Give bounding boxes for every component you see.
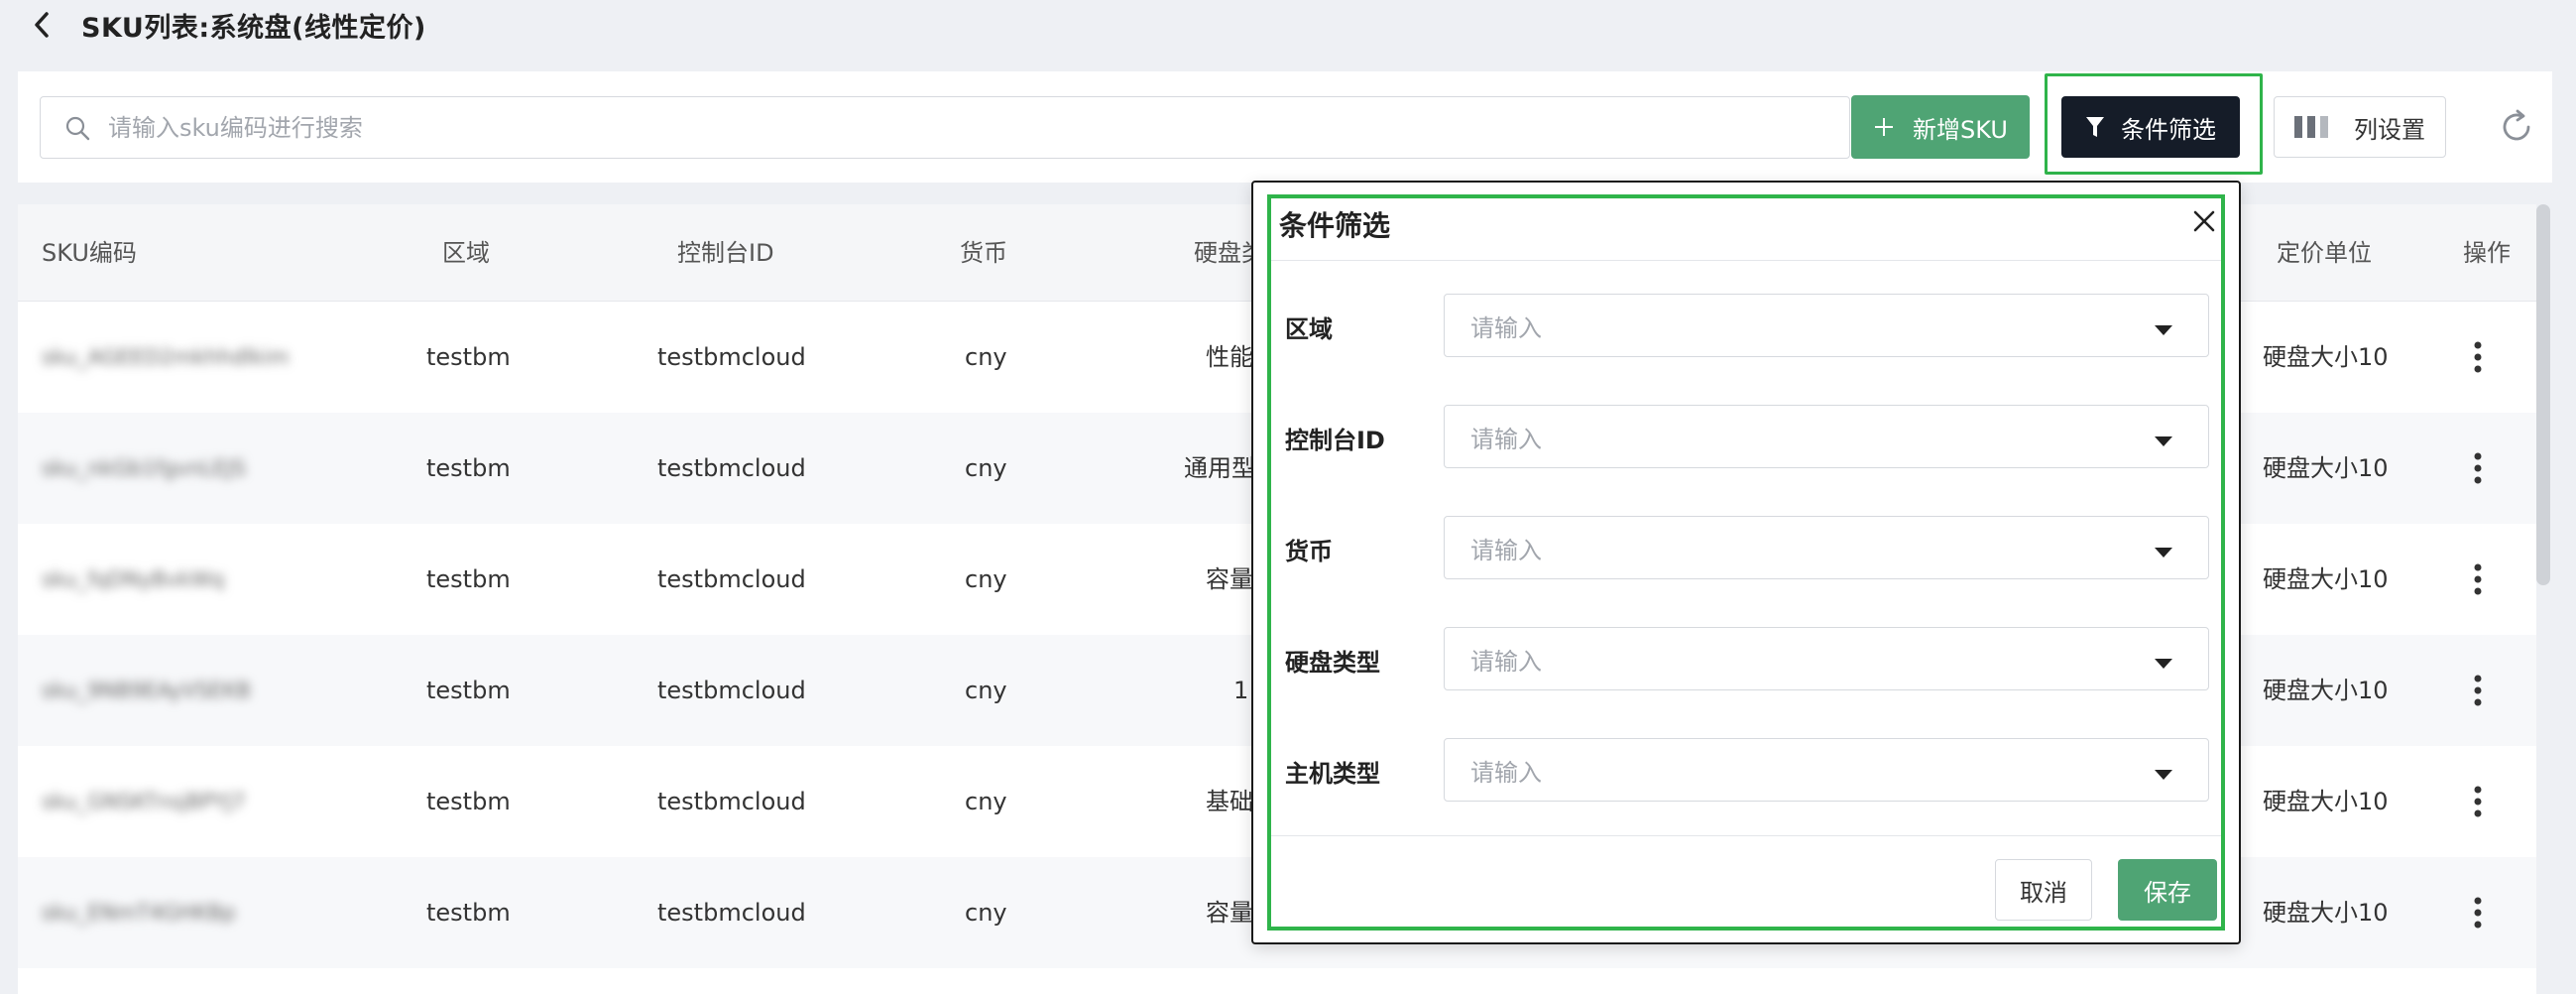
disk-type-cell: 容量 <box>1206 899 1253 927</box>
console-id-select-placeholder: 请输入 <box>1470 425 1542 453</box>
sku-code: sku_ENmT4GHKBp <box>42 901 236 925</box>
dialog-title: 条件筛选 <box>1279 209 1391 242</box>
console-cell: testbmcloud <box>657 899 806 927</box>
region-select[interactable]: 请输入 <box>1444 294 2209 357</box>
region-cell: testbm <box>426 677 511 704</box>
filter-dialog: 条件筛选 区域 请输入 控制台ID 请输入 货币 请输入 硬盘类型 请输入 主机… <box>1251 181 2241 944</box>
field-label-console: 控制台ID <box>1285 427 1385 454</box>
disk-type-cell: 容量 <box>1206 565 1253 593</box>
region-cell: testbm <box>426 454 511 482</box>
cancel-button[interactable]: 取消 <box>1995 859 2092 921</box>
console-id-select[interactable]: 请输入 <box>1444 405 2209 468</box>
columns-icon <box>2294 115 2328 139</box>
add-sku-label: 新增SKU <box>1913 115 2008 144</box>
region-cell: testbm <box>426 788 511 815</box>
pricing-unit-cell: 硬盘大小10 <box>2263 454 2389 482</box>
filter-button[interactable]: 条件筛选 <box>2061 96 2240 158</box>
sku-code: sku_AGEED2mkhhdlkim <box>42 345 290 369</box>
save-button[interactable]: 保存 <box>2118 859 2217 921</box>
pricing-unit-cell: 硬盘大小10 <box>2263 565 2389 593</box>
back-arrow-icon[interactable] <box>28 11 56 39</box>
host-type-select[interactable]: 请输入 <box>1444 738 2209 802</box>
page-header: SKU列表:系统盘(线性定价) <box>0 0 2576 50</box>
column-settings-button[interactable]: 列设置 <box>2274 96 2446 158</box>
disk-type-cell: 基础 <box>1206 788 1253 815</box>
caret-down-icon <box>2155 432 2172 450</box>
currency-cell: cny <box>965 788 1007 815</box>
currency-select-placeholder: 请输入 <box>1470 536 1542 564</box>
sku-code: sku_nkGb1fgvnLEJS <box>42 456 246 480</box>
search-input[interactable] <box>108 113 1794 142</box>
add-sku-button[interactable]: 新增SKU <box>1851 95 2030 159</box>
divider <box>1271 835 2223 836</box>
page-title: SKU列表:系统盘(线性定价) <box>81 12 426 44</box>
disk-type-cell: 1 <box>1233 677 1249 704</box>
field-label-currency: 货币 <box>1285 538 1333 565</box>
sku-code: sku_GNSKTnsjBPYJ7 <box>42 790 246 813</box>
pricing-unit-cell: 硬盘大小10 <box>2263 677 2389 704</box>
search-box[interactable] <box>40 96 1850 159</box>
field-label-region: 区域 <box>1285 315 1333 343</box>
disk-type-select[interactable]: 请输入 <box>1444 627 2209 690</box>
field-label-disk-type: 硬盘类型 <box>1285 649 1380 677</box>
caret-down-icon <box>2155 765 2172 784</box>
more-actions-icon[interactable] <box>2458 635 2498 746</box>
console-cell: testbmcloud <box>657 454 806 482</box>
column-header-ops: 操作 <box>2463 239 2511 267</box>
disk-type-cell: 通用型 <box>1184 454 1255 482</box>
more-actions-icon[interactable] <box>2458 746 2498 857</box>
column-settings-label: 列设置 <box>2354 115 2425 144</box>
table-scrollbar[interactable] <box>2536 204 2550 585</box>
console-cell: testbmcloud <box>657 677 806 704</box>
region-cell: testbm <box>426 899 511 927</box>
currency-cell: cny <box>965 343 1007 371</box>
column-header-sku: SKU编码 <box>42 239 137 267</box>
currency-cell: cny <box>965 899 1007 927</box>
currency-select[interactable]: 请输入 <box>1444 516 2209 579</box>
column-header-unit: 定价单位 <box>2277 239 2372 267</box>
column-header-currency: 货币 <box>960 239 1007 267</box>
more-actions-icon[interactable] <box>2458 413 2498 524</box>
caret-down-icon <box>2155 654 2172 673</box>
host-type-select-placeholder: 请输入 <box>1470 758 1542 787</box>
plus-icon <box>1873 111 1895 143</box>
caret-down-icon <box>2155 543 2172 561</box>
refresh-icon[interactable] <box>2497 107 2536 147</box>
toolbar: 新增SKU 条件筛选 列设置 <box>18 71 2552 183</box>
disk-type-cell: 性能 <box>1206 343 1253 371</box>
funnel-icon <box>2085 115 2105 139</box>
region-cell: testbm <box>426 343 511 371</box>
console-cell: testbmcloud <box>657 343 806 371</box>
pricing-unit-cell: 硬盘大小10 <box>2263 899 2389 927</box>
more-actions-icon[interactable] <box>2458 857 2498 968</box>
pricing-unit-cell: 硬盘大小10 <box>2263 788 2389 815</box>
divider <box>1271 260 2223 261</box>
column-header-region: 区域 <box>442 239 490 267</box>
region-select-placeholder: 请输入 <box>1470 313 1542 342</box>
disk-type-select-placeholder: 请输入 <box>1470 647 1542 676</box>
column-header-console: 控制台ID <box>677 239 774 267</box>
currency-cell: cny <box>965 454 1007 482</box>
console-cell: testbmcloud <box>657 565 806 593</box>
more-actions-icon[interactable] <box>2458 302 2498 413</box>
filter-button-label: 条件筛选 <box>2121 115 2216 144</box>
currency-cell: cny <box>965 565 1007 593</box>
console-cell: testbmcloud <box>657 788 806 815</box>
search-icon <box>64 115 90 141</box>
sku-code: sku_9NB9EAyVSEKB <box>42 679 251 702</box>
more-actions-icon[interactable] <box>2458 524 2498 635</box>
sku-code: sku_fqDNyBvkWq <box>42 567 225 591</box>
region-cell: testbm <box>426 565 511 593</box>
close-icon[interactable] <box>2187 204 2221 238</box>
currency-cell: cny <box>965 677 1007 704</box>
pricing-unit-cell: 硬盘大小10 <box>2263 343 2389 371</box>
caret-down-icon <box>2155 320 2172 339</box>
field-label-host-type: 主机类型 <box>1285 760 1380 788</box>
